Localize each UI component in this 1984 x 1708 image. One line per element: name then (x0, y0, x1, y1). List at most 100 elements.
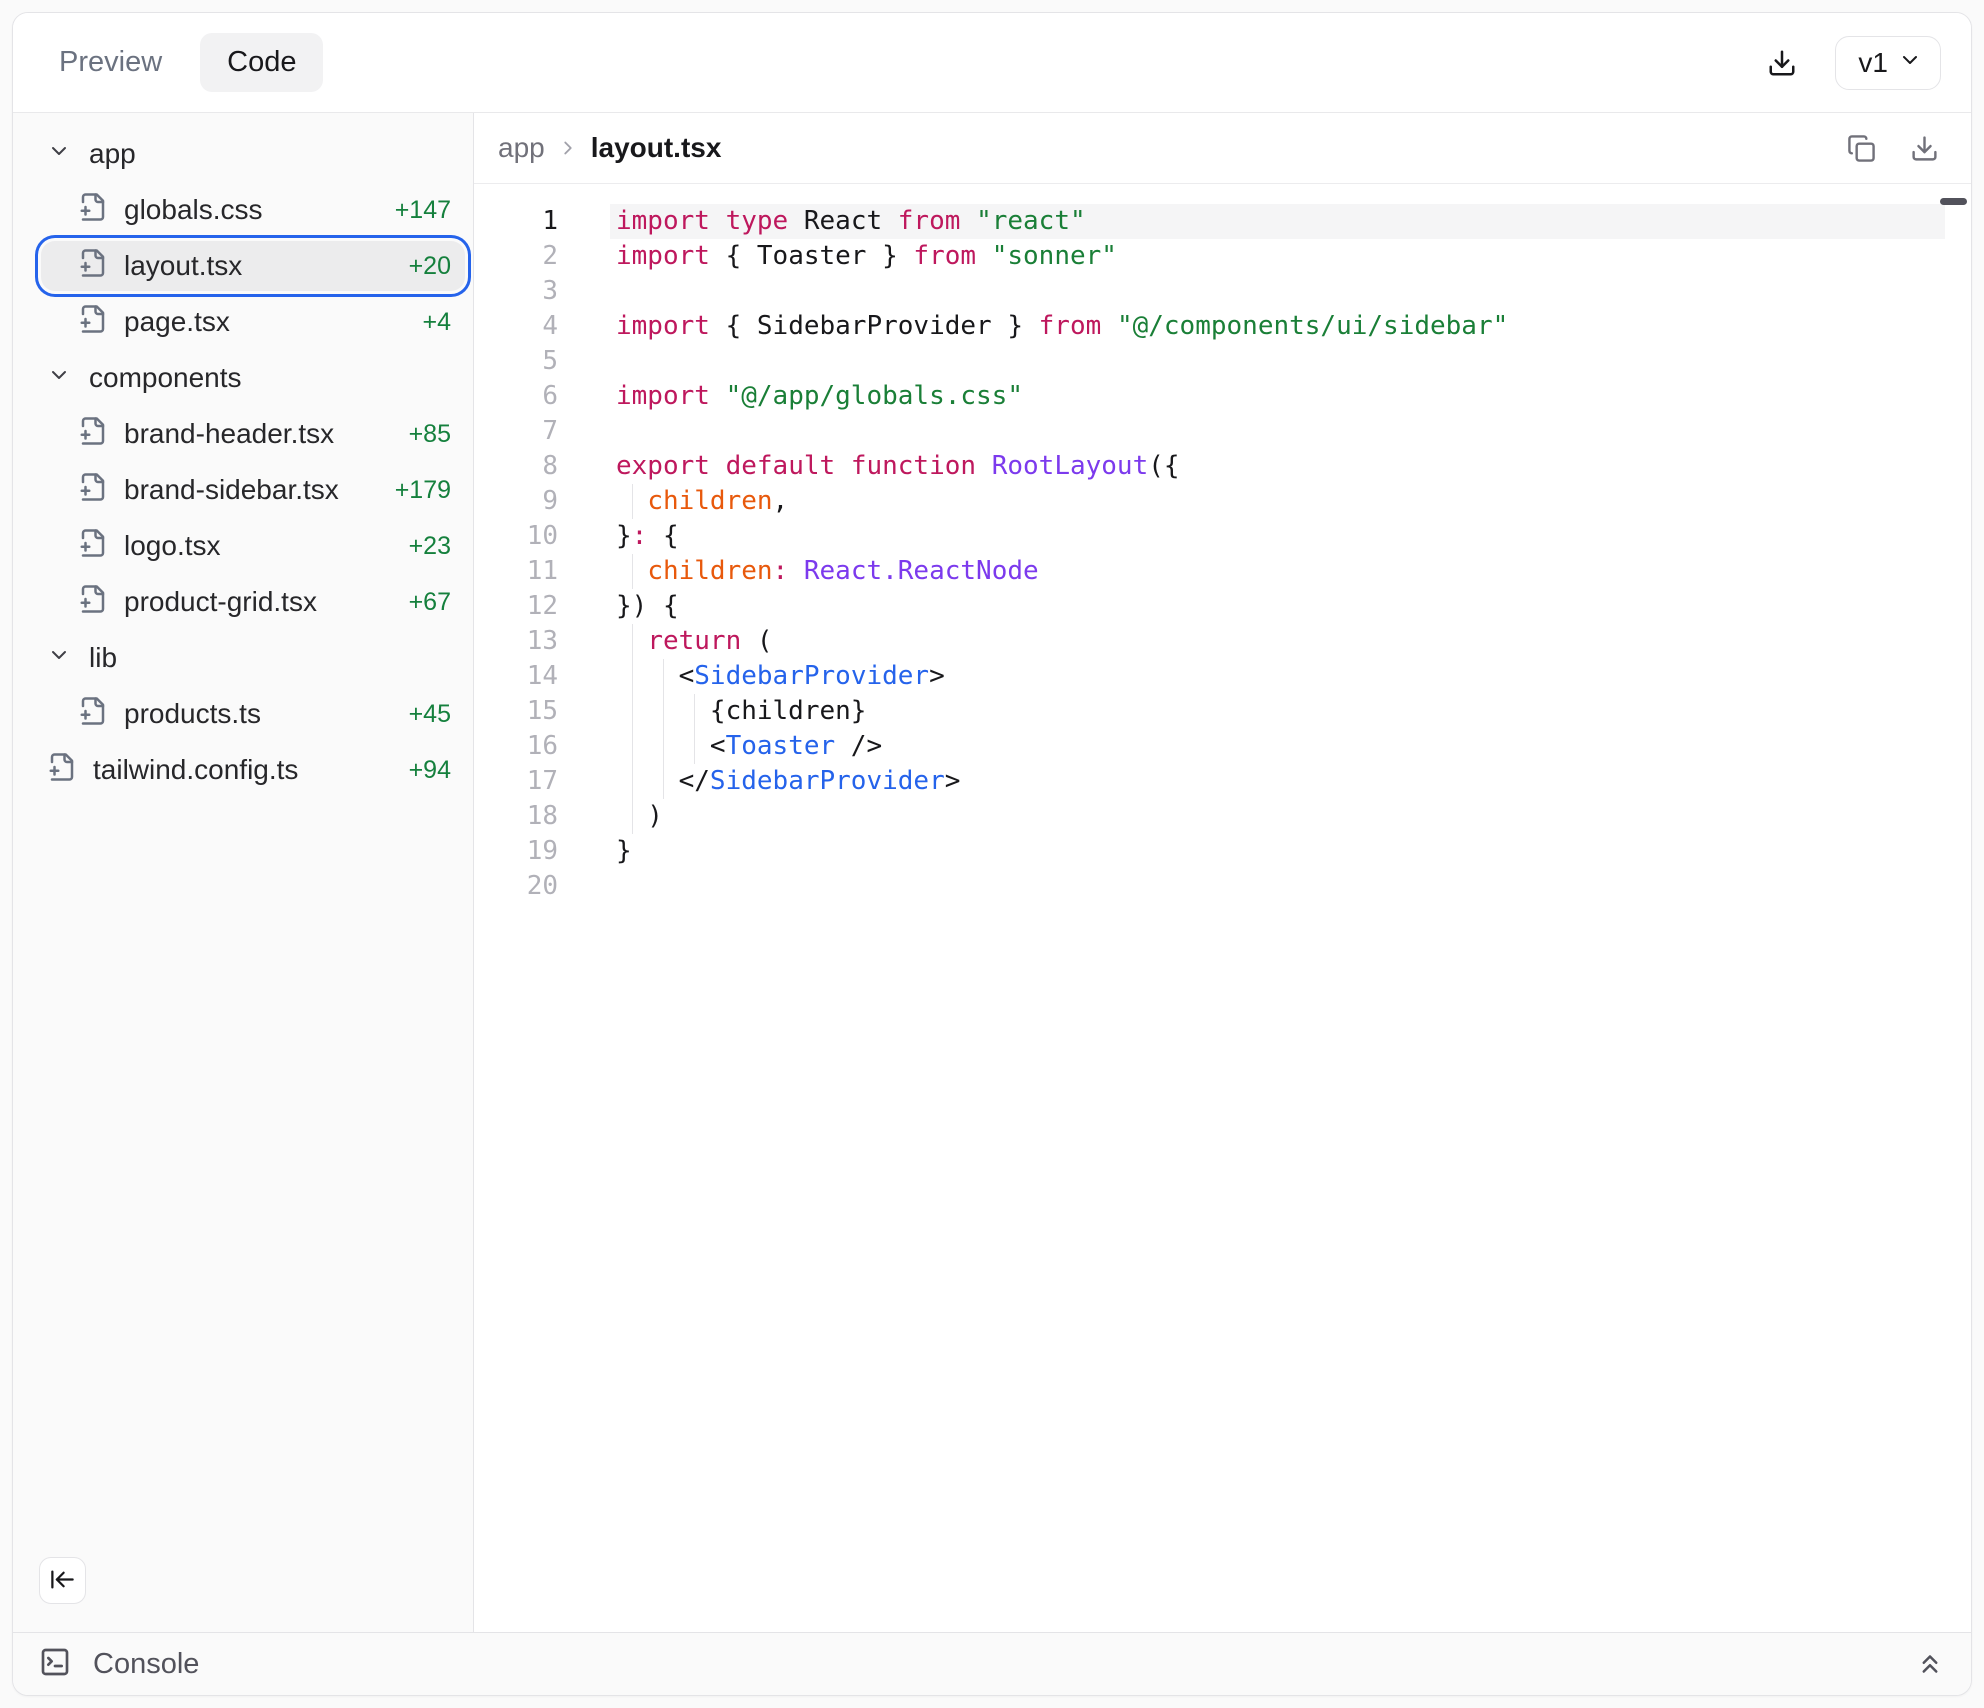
indent-guide (632, 624, 633, 659)
file-name: logo.tsx (124, 530, 221, 562)
app-panel: Preview Code v1 app globals.css +147 layout… (12, 12, 1972, 1696)
indent-guide (694, 729, 695, 764)
diff-added-badge: +4 (422, 308, 451, 337)
line-number: 2 (474, 239, 558, 274)
line-number: 12 (474, 589, 558, 624)
file-name: globals.css (124, 194, 263, 226)
download-project-button[interactable] (1759, 40, 1805, 86)
line-number: 6 (474, 379, 558, 414)
line-number: 3 (474, 274, 558, 309)
indent-guide (632, 729, 633, 764)
chevron-down-icon (47, 642, 71, 674)
tree-file-brand-sidebar.tsx[interactable]: brand-sidebar.tsx+179 (41, 465, 465, 515)
tab-code[interactable]: Code (200, 33, 323, 92)
code-editor[interactable]: 1import type React from "react"2import {… (474, 184, 1971, 1632)
tree-file-page.tsx[interactable]: page.tsx +4 (41, 297, 465, 347)
code-line-text: import type React from "react" (610, 204, 1945, 239)
code-line-text: {children} (610, 694, 1945, 729)
indent-guide (632, 764, 633, 799)
file-tree-sidebar: app globals.css +147 layout.tsx+20 page.tsx +… (13, 113, 474, 1632)
indent-guide (663, 729, 664, 764)
tree-file-product-grid.tsx[interactable]: product-grid.tsx+67 (41, 577, 465, 627)
code-line-10: 10}: { (474, 519, 1971, 554)
code-line-8: 8 export default function RootLayout({ (474, 449, 1971, 484)
diff-added-badge: +94 (409, 756, 451, 785)
console-bar[interactable]: Console (13, 1632, 1971, 1695)
line-number: 20 (474, 869, 558, 904)
diff-added-badge: +179 (395, 476, 451, 505)
version-selector[interactable]: v1 (1835, 36, 1941, 90)
line-number: 15 (474, 694, 558, 729)
code-line-text: return ( (610, 624, 1945, 659)
file-plus-icon (78, 528, 108, 565)
line-number: 16 (474, 729, 558, 764)
console-label: Console (93, 1648, 199, 1681)
diff-added-badge: +45 (409, 700, 451, 729)
tree-folder-lib[interactable]: lib (41, 633, 465, 683)
indent-guide (663, 764, 664, 799)
tree-file-globals.css[interactable]: globals.css +147 (41, 185, 465, 235)
code-line-17: 17 </SidebarProvider> (474, 764, 1971, 799)
diff-added-badge: +85 (409, 420, 451, 449)
indent-guide (663, 659, 664, 694)
line-number: 9 (474, 484, 558, 519)
code-line-text: import { Toaster } from "sonner" (610, 239, 1945, 274)
chevron-down-icon (47, 138, 71, 170)
version-label: v1 (1858, 47, 1888, 79)
line-number: 8 (474, 449, 558, 484)
diff-added-badge: +147 (395, 196, 451, 225)
code-line-text: </SidebarProvider> (610, 764, 1945, 799)
folder-name: components (89, 362, 242, 394)
code-line-text (610, 869, 1945, 904)
download-icon (1767, 48, 1797, 78)
tree-folder-app[interactable]: app (41, 129, 465, 179)
indent-guide (694, 694, 695, 729)
line-number: 4 (474, 309, 558, 344)
copy-code-button[interactable] (1839, 126, 1884, 171)
breadcrumb-filename: layout.tsx (591, 132, 722, 164)
tree-file-brand-header.tsx[interactable]: brand-header.tsx+85 (41, 409, 465, 459)
code-line-text: export default function RootLayout({ (610, 449, 1945, 484)
code-line-text: }) { (610, 589, 1945, 624)
tree-folder-components[interactable]: components (41, 353, 465, 403)
code-line-2: 2 import { Toaster } from "sonner" (474, 239, 1971, 274)
code-line-3: 3 (474, 274, 1971, 309)
tree-file-tailwind.config.ts[interactable]: tailwind.config.ts+94 (41, 745, 465, 795)
file-tree: app globals.css +147 layout.tsx+20 page.tsx +… (13, 129, 473, 795)
terminal-icon (39, 1646, 71, 1683)
file-plus-icon (78, 584, 108, 621)
indent-guide (632, 554, 633, 589)
code-header: app layout.tsx (474, 113, 1971, 184)
top-bar: Preview Code v1 (13, 13, 1971, 113)
code-lines: 1import type React from "react"2import {… (474, 204, 1971, 904)
code-line-text (610, 344, 1945, 379)
main-split: app globals.css +147 layout.tsx+20 page.tsx +… (13, 113, 1971, 1632)
code-line-12: 12 }) { (474, 589, 1971, 624)
chevron-right-icon (557, 137, 579, 159)
code-line-text: children, (610, 484, 1945, 519)
collapse-sidebar-icon (49, 1566, 76, 1596)
download-file-button[interactable] (1902, 126, 1947, 171)
scrollbar-thumb[interactable] (1940, 198, 1967, 205)
collapse-sidebar-button[interactable] (39, 1557, 86, 1604)
code-line-6: 6import "@/app/globals.css" (474, 379, 1971, 414)
tree-file-logo.tsx[interactable]: logo.tsx+23 (41, 521, 465, 571)
code-line-text (610, 414, 1945, 449)
code-line-15: 15 {children} (474, 694, 1971, 729)
file-plus-icon (78, 304, 108, 341)
code-line-text: import { SidebarProvider } from "@/compo… (610, 309, 1945, 344)
file-plus-icon (78, 248, 108, 285)
code-panel: app layout.tsx (474, 113, 1971, 1632)
tab-preview[interactable]: Preview (49, 34, 172, 91)
tree-file-products.ts[interactable]: products.ts+45 (41, 689, 465, 739)
tree-file-layout.tsx[interactable]: layout.tsx+20 (41, 241, 465, 291)
code-line-text: <Toaster /> (610, 729, 1945, 764)
breadcrumb: app layout.tsx (498, 132, 721, 164)
code-line-5: 5 (474, 344, 1971, 379)
line-number: 5 (474, 344, 558, 379)
file-name: page.tsx (124, 306, 230, 338)
folder-name: lib (89, 642, 117, 674)
diff-added-badge: +67 (409, 588, 451, 617)
code-line-18: 18 ) (474, 799, 1971, 834)
code-header-actions (1839, 126, 1947, 171)
